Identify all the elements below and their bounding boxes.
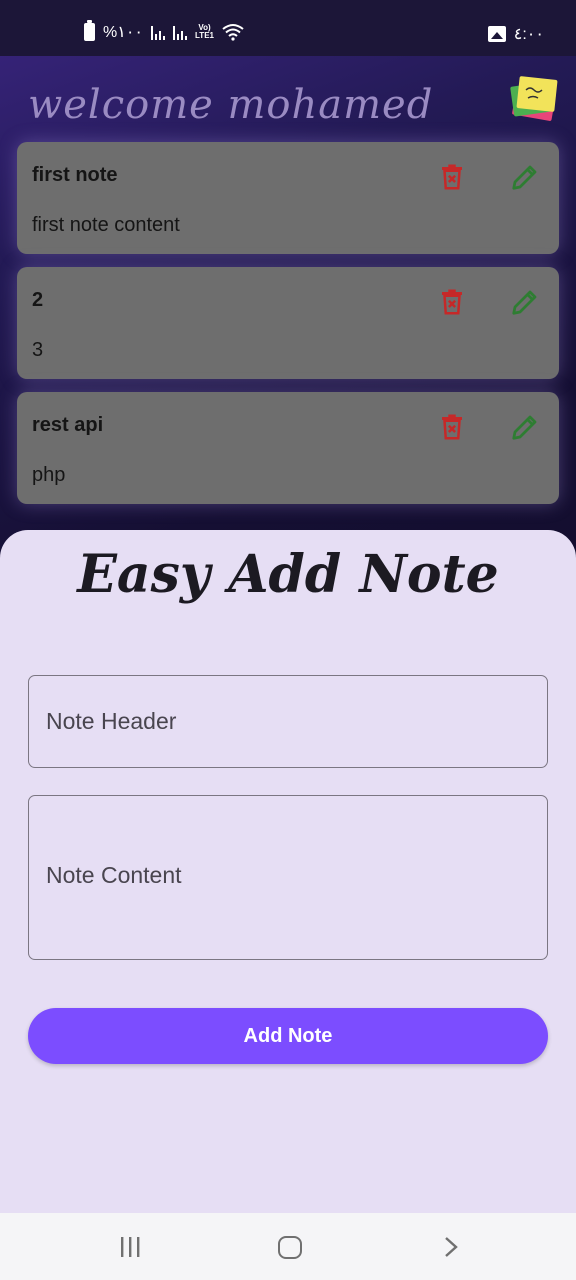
battery-text: %١٠٠	[103, 24, 144, 41]
wifi-icon	[222, 24, 244, 41]
delete-icon[interactable]	[437, 162, 467, 192]
note-title: first note	[32, 164, 118, 186]
note-content: first note content	[32, 214, 180, 236]
note-content: php	[32, 464, 66, 486]
delete-icon[interactable]	[437, 287, 467, 317]
note-card[interactable]: first note first note content	[17, 142, 559, 254]
signal-icon	[151, 24, 166, 40]
battery-icon	[84, 20, 95, 41]
edit-icon[interactable]	[510, 162, 540, 192]
screen: %١٠٠ Vo) LTE1 ٤:٠٠ welcome mohamed first…	[0, 0, 576, 1280]
sticky-notes-icon	[510, 76, 558, 121]
note-header-input[interactable]	[28, 675, 548, 768]
gallery-icon	[487, 26, 506, 42]
note-content-input[interactable]	[28, 795, 548, 960]
note-card[interactable]: rest api php	[17, 392, 559, 504]
note-title: 2	[32, 289, 44, 311]
navigation-bar	[0, 1213, 576, 1280]
status-right: ٤:٠٠	[487, 24, 544, 44]
sheet-title: Easy Add Note	[77, 544, 499, 605]
status-left: %١٠٠ Vo) LTE1	[84, 20, 244, 42]
note-content: 3	[32, 339, 44, 361]
recent-apps-icon[interactable]	[118, 1237, 142, 1257]
home-icon[interactable]	[278, 1236, 302, 1259]
status-bar: %١٠٠ Vo) LTE1 ٤:٠٠	[0, 0, 576, 56]
signal-icon	[173, 24, 188, 40]
note-title: rest api	[32, 414, 104, 436]
edit-icon[interactable]	[510, 287, 540, 317]
network-label-bottom: LTE1	[195, 31, 214, 40]
notes-list: first note first note content 2 3 rest a…	[17, 142, 559, 517]
add-note-sheet: Easy Add Note Add Note	[0, 530, 576, 1213]
add-note-button[interactable]: Add Note	[28, 1008, 548, 1064]
volte-icon: Vo) LTE1	[195, 24, 214, 40]
delete-icon[interactable]	[437, 412, 467, 442]
back-icon[interactable]	[443, 1237, 459, 1257]
status-time: ٤:٠٠	[513, 26, 544, 43]
edit-icon[interactable]	[510, 412, 540, 442]
welcome-title: welcome mohamed	[28, 82, 434, 128]
note-card[interactable]: 2 3	[17, 267, 559, 379]
